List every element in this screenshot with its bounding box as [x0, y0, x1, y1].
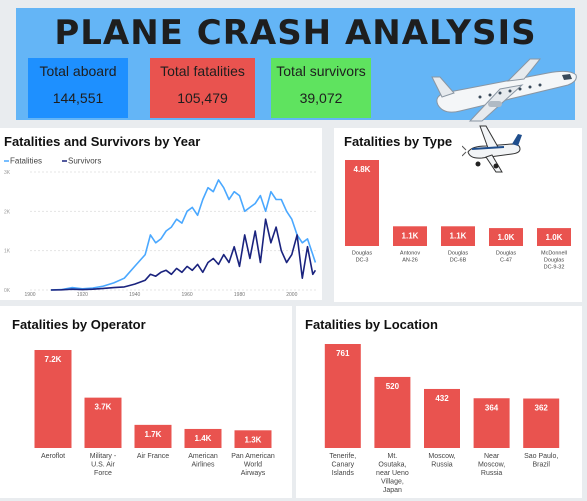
chart-year-title: Fatalities and Survivors by Year — [4, 134, 201, 149]
bar-value-label: 432 — [435, 394, 449, 403]
line-chart-year: 0K 1K 2K 3K 1900 1920 1940 1960 1980 2000 Fataliti… — [4, 157, 318, 298]
bar-value-label: 7.2K — [45, 355, 62, 364]
bar-value-label: 1.1K — [402, 231, 419, 240]
kpi-total-survivors: Total survivors 39,072 — [271, 58, 371, 118]
x-tick-label: 1920 — [77, 292, 88, 298]
category-label: Douglas C-47 — [496, 251, 516, 264]
page-title: PLANE CRASH ANALYSIS — [54, 13, 537, 53]
series-line-survivors — [50, 218, 317, 291]
category-label: Near Moscow, Russia — [478, 453, 505, 477]
y-tick-label: 3K — [4, 170, 11, 176]
bar-value-label: 1.1K — [450, 231, 467, 240]
category-label: Pan American World Airways — [231, 453, 275, 477]
category-label: Tenerife, Canary Islands — [329, 453, 356, 477]
category-label: Air France — [137, 453, 169, 460]
y-tick-label: 0K — [4, 288, 11, 294]
x-tick-label: 1980 — [234, 292, 245, 298]
bar-value-label: 1.0K — [498, 233, 515, 242]
x-tick-label: 2000 — [286, 292, 297, 298]
chart-type-title: Fatalities by Type — [344, 134, 453, 149]
category-label: Moscow, Russia — [428, 453, 455, 469]
legend-label: Survivors — [68, 157, 101, 166]
bar-value-label: 1.7K — [145, 430, 162, 439]
bar-value-label: 4.8K — [354, 165, 371, 174]
bar-value-label: 362 — [535, 404, 549, 413]
kpi-total-fatalities: Total fatalities 105,479 — [150, 58, 255, 118]
category-label: Antonov AN-26 — [400, 251, 420, 264]
kpi-total-fatalities-label: Total fatalities — [160, 63, 245, 79]
bar-chart-operator: 7.2K Aeroflot 3.7K Military -U.S. Air Force 1… — [34, 350, 275, 477]
x-tick-label: 1900 — [24, 292, 35, 298]
bar — [324, 344, 361, 448]
category-label: Aeroflot — [41, 453, 65, 460]
kpi-total-survivors-value: 39,072 — [299, 90, 343, 106]
kpi-total-aboard-value: 144,551 — [52, 90, 104, 106]
x-tick-label: 1940 — [129, 292, 140, 298]
category-label: Sao Paulo, Brazil — [524, 453, 558, 469]
category-label: Mt. Osutaka, near Ueno Village, Japan — [376, 453, 409, 494]
kpi-total-aboard: Total aboard 144,551 — [28, 58, 128, 118]
bar-value-label: 1.3K — [245, 435, 262, 444]
bar-value-label: 520 — [386, 382, 400, 391]
bar-chart-type: 4.8K Douglas DC-3 1.1K Antonov AN-26 1.1K Dougl… — [345, 160, 571, 271]
bar — [34, 350, 72, 448]
bar-value-label: 761 — [336, 349, 350, 358]
kpi-total-fatalities-value: 105,479 — [177, 90, 228, 106]
category-label: Douglas DC-6B — [448, 251, 468, 264]
category-label: Douglas DC-3 — [352, 251, 372, 264]
bar-value-label: 1.0K — [546, 233, 563, 242]
kpi-total-survivors-label: Total survivors — [276, 63, 366, 79]
category-label: Military -U.S. Air Force — [90, 453, 117, 477]
bar-value-label: 3.7K — [95, 403, 112, 412]
category-label: McDonnell Douglas DC-9-32 — [541, 251, 567, 271]
x-tick-label: 1960 — [182, 292, 193, 298]
bar-chart-location: 761 Tenerife, Canary Islands 520 Mt. Osutaka, n… — [324, 344, 560, 494]
y-tick-label: 1K — [4, 249, 11, 255]
airplane-icon — [431, 58, 577, 122]
bar-value-label: 364 — [485, 403, 499, 412]
series-line-fatalities — [50, 179, 317, 291]
kpi-total-aboard-label: Total aboard — [39, 63, 117, 79]
bar-value-label: 1.4K — [195, 434, 212, 443]
y-tick-label: 2K — [4, 209, 11, 215]
category-label: American Airlines — [188, 453, 218, 469]
legend-label: Fatalities — [10, 157, 42, 166]
